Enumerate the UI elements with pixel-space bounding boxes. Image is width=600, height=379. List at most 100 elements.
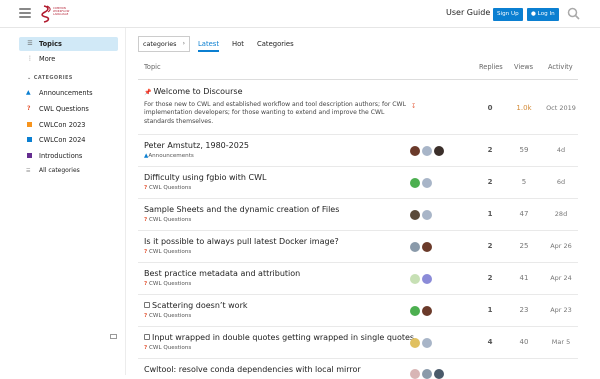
solved-checkbox-icon — [144, 334, 150, 340]
reply-count: 4 — [487, 338, 493, 346]
activity-time[interactable]: Mar 5 — [541, 338, 581, 346]
topic-category[interactable]: ? CWL Questions — [144, 345, 191, 351]
topic-category[interactable]: ? CWL Questions — [144, 249, 191, 255]
topic-category[interactable]: ? CWL Questions — [144, 281, 191, 287]
row-divider — [138, 294, 578, 295]
column-header-topic[interactable]: Topic — [144, 63, 161, 71]
reply-count: 0 — [487, 104, 493, 112]
chevron-down-icon: ⌄ — [27, 75, 32, 81]
topic-category-label: CWL Questions — [149, 249, 192, 255]
category-color-square — [27, 122, 32, 127]
activity-time[interactable]: Apr 23 — [541, 306, 581, 314]
sidebar-category-cwlcon-2023[interactable]: CWLCon 2023 — [19, 118, 118, 132]
more-vertical-icon: ⋮ — [27, 55, 33, 62]
avatar[interactable] — [410, 242, 420, 252]
question-icon: ? — [144, 249, 148, 255]
view-count: 40 — [519, 338, 529, 346]
topic-category[interactable]: ? CWL Questions — [144, 217, 191, 223]
category-label: CWL Questions — [39, 105, 89, 113]
dropdown-label: categories — [143, 40, 177, 48]
view-count: 59 — [519, 146, 529, 154]
sidebar-item-label: More — [39, 55, 56, 63]
avatar[interactable] — [434, 146, 444, 156]
avatar[interactable] — [422, 338, 432, 348]
topic-category[interactable]: ? CWL Questions — [144, 185, 191, 191]
site-header: COMMON WORKFLOW LANGUAGE User Guide Sign… — [0, 0, 600, 28]
topic-title[interactable]: Is it possible to always pull latest Doc… — [144, 237, 339, 246]
topic-category[interactable]: ? CWL Questions — [144, 313, 191, 319]
column-header-activity[interactable]: Activity — [548, 63, 573, 71]
question-icon: ? — [144, 281, 148, 287]
row-divider — [138, 198, 578, 199]
sidebar-category-cwl-questions[interactable]: ? CWL Questions — [19, 102, 118, 116]
log-in-label: Log In — [537, 11, 555, 17]
reply-count: 2 — [487, 178, 493, 186]
sidebar-item-more[interactable]: ⋮ More — [19, 52, 118, 66]
topic-title[interactable]: Difficulty using fgbio with CWL — [144, 173, 266, 182]
topic-title[interactable]: Cwltool: resolve conda dependencies with… — [144, 365, 361, 374]
search-icon[interactable] — [567, 7, 580, 20]
avatar[interactable] — [410, 338, 420, 348]
topic-category-label: CWL Questions — [149, 185, 192, 191]
megaphone-icon: ▲ — [26, 89, 31, 96]
sign-up-button[interactable]: Sign Up — [493, 8, 523, 21]
avatar[interactable] — [422, 274, 432, 284]
question-icon: ? — [27, 105, 31, 112]
row-divider — [138, 134, 578, 135]
topic-category[interactable]: ▲Announcements — [144, 153, 194, 159]
avatar[interactable] — [422, 306, 432, 316]
category-color-square — [27, 153, 32, 158]
topic-title[interactable]: 📌 Welcome to Discourse — [144, 87, 243, 96]
activity-time[interactable]: Oct 2019 — [541, 104, 581, 112]
sidebar-all-categories[interactable]: ☰ All categories — [19, 164, 118, 178]
view-count: 23 — [519, 306, 529, 314]
tab-latest[interactable]: Latest — [198, 36, 220, 52]
topic-title-text: Welcome to Discourse — [153, 87, 243, 96]
row-divider — [138, 262, 578, 263]
sidebar-item-topics[interactable]: ☰ Topics — [19, 37, 118, 51]
user-guide-link[interactable]: User Guide — [446, 8, 490, 17]
topic-title[interactable]: Peter Amstutz, 1980-2025 — [144, 141, 249, 150]
topic-title[interactable]: Best practice metadata and attribution — [144, 269, 300, 278]
activity-time[interactable]: 28d — [541, 210, 581, 218]
sidebar-category-announcements[interactable]: ▲ Announcements — [19, 86, 118, 100]
sidebar-category-introductions[interactable]: Introductions — [19, 149, 118, 163]
category-label: All categories — [39, 167, 80, 174]
topic-category-label: CWL Questions — [149, 281, 192, 287]
topic-excerpt: For those new to CWL and established wor… — [144, 101, 406, 125]
topic-title[interactable]: Sample Sheets and the dynamic creation o… — [144, 205, 339, 214]
avatar[interactable] — [410, 369, 420, 379]
activity-time[interactable]: Apr 24 — [541, 274, 581, 282]
avatar[interactable] — [422, 242, 432, 252]
avatar[interactable] — [410, 306, 420, 316]
topic-title[interactable]: Scattering doesn’t work — [144, 301, 248, 310]
activity-time[interactable]: 6d — [541, 178, 581, 186]
activity-time[interactable]: 4d — [541, 146, 581, 154]
column-header-views[interactable]: Views — [514, 63, 533, 71]
topic-title[interactable]: Input wrapped in double quotes getting w… — [144, 333, 414, 342]
logo-text-line: LANGUAGE — [53, 13, 69, 17]
avatar[interactable] — [422, 146, 432, 156]
tab-categories[interactable]: Categories — [257, 36, 294, 52]
activity-time[interactable]: Apr 26 — [541, 242, 581, 250]
tab-hot[interactable]: Hot — [232, 36, 244, 52]
categories-dropdown[interactable]: categories › — [138, 36, 190, 52]
avatar[interactable] — [410, 178, 420, 188]
avatar[interactable] — [410, 274, 420, 284]
log-in-button[interactable]: ● Log In — [527, 8, 559, 21]
column-header-replies[interactable]: Replies — [479, 63, 503, 71]
avatar[interactable] — [422, 178, 432, 188]
sidebar-category-cwlcon-2024[interactable]: CWLCon 2024 — [19, 133, 118, 147]
pin-icon: 📌 — [144, 89, 152, 96]
avatar[interactable] — [434, 369, 444, 379]
avatar[interactable] — [422, 210, 432, 220]
unpin-icon[interactable]: ↧ — [411, 103, 416, 110]
avatar[interactable] — [410, 210, 420, 220]
categories-section-header[interactable]: ⌄ CATEGORIES — [27, 75, 73, 81]
keyboard-icon[interactable] — [110, 334, 117, 339]
avatar[interactable] — [422, 369, 432, 379]
avatar[interactable] — [410, 146, 420, 156]
hamburger-menu-icon[interactable] — [19, 8, 31, 18]
topics-icon: ☰ — [27, 40, 33, 47]
row-divider — [138, 358, 578, 359]
